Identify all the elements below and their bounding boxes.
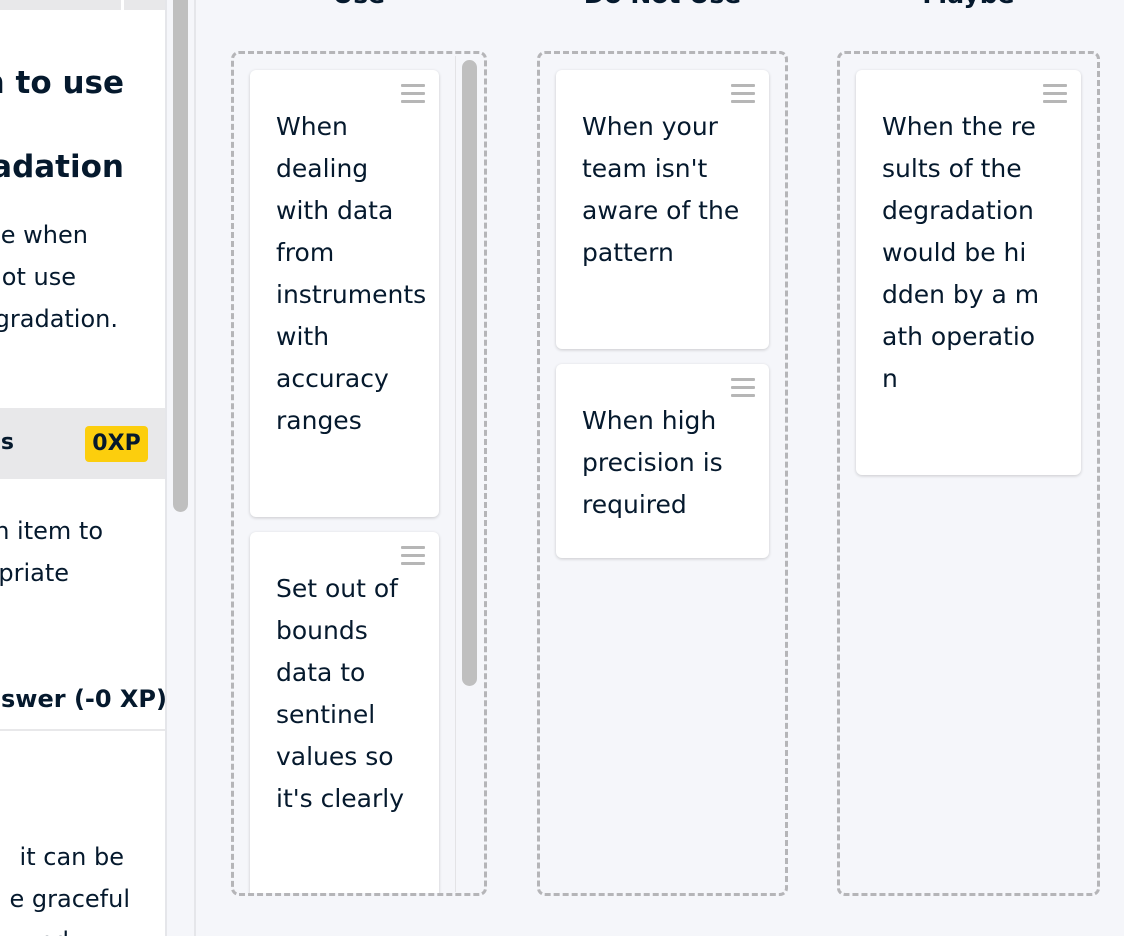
xp-badge: 0XP: [85, 426, 148, 462]
column-header-maybe: Maybe: [837, 0, 1100, 10]
drag-handle-icon[interactable]: [731, 378, 755, 398]
drag-card[interactable]: Set out of bounds data to sentinel value…: [250, 532, 439, 893]
panel-border-right: [194, 0, 196, 936]
drop-zone-do-not-use[interactable]: When your team isn't aware of the patter…: [537, 51, 788, 896]
card-text: When your team isn't aware of the patter…: [582, 112, 740, 267]
instruction-line-2: the appropriate: [0, 559, 69, 587]
description-line-1: Decide when: [0, 221, 88, 249]
hint-line-2: e graceful: [9, 885, 131, 913]
column-header-do-not-use: Do Not Use: [537, 0, 788, 10]
card-text: When the results of the degradation woul…: [882, 112, 1040, 393]
show-answer-button[interactable]: Take Hint or Show Answer (-0 XP): [0, 678, 165, 720]
drop-zone-maybe[interactable]: When the results of the degradation woul…: [837, 51, 1100, 896]
instructions-panel: When to use Graceful Degradation Decide …: [0, 0, 165, 936]
drop-zone-use[interactable]: When dealing with data from instruments …: [231, 51, 487, 896]
drop-zone-scroll-track: [455, 56, 456, 892]
tab-separator: [121, 0, 124, 10]
panel-border: [165, 0, 167, 936]
exercise-title-line-1: When to use: [0, 65, 124, 101]
drop-zone-scrollbar[interactable]: [462, 60, 477, 686]
drag-handle-icon[interactable]: [401, 546, 425, 566]
column-header-use: Use: [231, 0, 487, 10]
drag-card[interactable]: When high precision is required: [556, 364, 769, 558]
description-line-3: graceful degradation.: [0, 305, 118, 333]
instructions-header: Instructions 0XP: [0, 408, 165, 479]
description-line-2: should not use: [0, 263, 76, 291]
instructions-label: Instructions: [0, 430, 14, 455]
hint-line-1: it can be: [19, 843, 124, 871]
instructions-scrollbar[interactable]: [173, 0, 188, 512]
drag-card[interactable]: When dealing with data from instruments …: [250, 70, 439, 517]
card-text: Set out of bounds data to sentinel value…: [276, 574, 405, 813]
drag-card[interactable]: When the results of the degradation woul…: [856, 70, 1081, 475]
drag-card[interactable]: When your team isn't aware of the patter…: [556, 70, 769, 349]
card-text: When high precision is required: [582, 406, 723, 519]
drag-handle-icon[interactable]: [731, 84, 755, 104]
exercise-title-line-2: Graceful Degradation: [0, 149, 124, 185]
card-text: When dealing with data from instruments …: [276, 112, 427, 435]
instruction-line-1: Drag each item to: [0, 517, 103, 545]
drag-handle-icon[interactable]: [1043, 84, 1067, 104]
drag-handle-icon[interactable]: [401, 84, 425, 104]
divider: [0, 729, 165, 731]
panel-tab-bar: [0, 0, 165, 10]
hint-line-3: nd: [39, 920, 69, 936]
